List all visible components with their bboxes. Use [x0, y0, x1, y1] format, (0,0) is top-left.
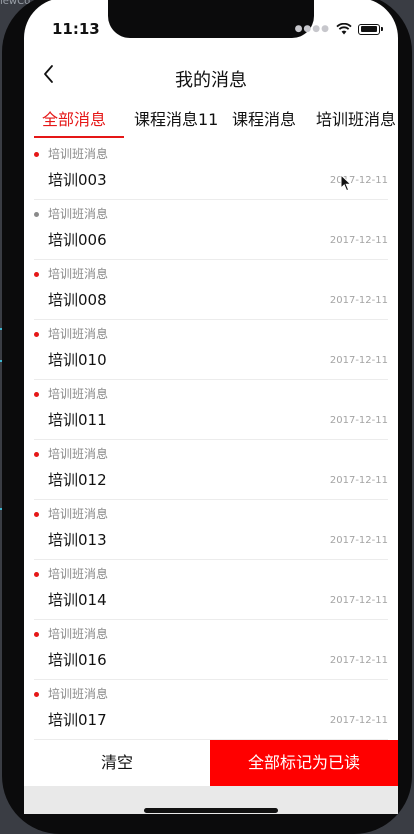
message-date: 2017-12-11: [329, 355, 388, 366]
message-item[interactable]: 培训班消息培训008 2017-12-11: [24, 260, 398, 320]
message-item[interactable]: 培训班消息培训011 2017-12-11: [24, 380, 398, 440]
home-indicator[interactable]: [144, 808, 278, 813]
message-date: 2017-12-11: [329, 535, 388, 546]
unread-dot-icon: [34, 332, 39, 337]
unread-dot-icon: [34, 512, 39, 517]
unread-dot-icon: [34, 632, 39, 637]
home-indicator-area: [24, 786, 398, 814]
status-time: 11:13: [52, 20, 100, 38]
message-category: 培训班消息: [48, 267, 109, 281]
bottom-action-bar: 清空 全部标记为已读: [24, 740, 398, 786]
message-date: 2017-12-11: [329, 295, 388, 306]
message-item[interactable]: 培训班消息培训013 2017-12-11: [24, 500, 398, 560]
tab-bar: 全部消息 课程消息11 课程消息 培训班消息: [24, 102, 398, 140]
active-tab-indicator: [34, 136, 124, 138]
unread-dot-icon: [34, 272, 39, 277]
message-item[interactable]: 培训班消息培训012 2017-12-11: [24, 440, 398, 500]
message-item[interactable]: 培训班消息培训010 2017-12-11: [24, 320, 398, 380]
message-category: 培训班消息: [48, 507, 109, 521]
message-category: 培训班消息: [48, 207, 109, 221]
navigation-bar: 我的消息: [24, 56, 398, 100]
phone-notch: [108, 0, 314, 38]
message-date: 2017-12-11: [329, 235, 388, 246]
message-category: 培训班消息: [48, 627, 109, 641]
page-title: 我的消息: [175, 70, 247, 91]
unread-dot-icon: [34, 572, 39, 577]
message-title: 培训011: [48, 411, 107, 429]
tab-training-class-messages[interactable]: 培训班消息: [316, 106, 396, 130]
unread-dot-icon: [34, 152, 39, 157]
message-category: 培训班消息: [48, 687, 109, 701]
message-category: 培训班消息: [48, 327, 109, 341]
phone-frame: 11:13 ●●●● 我的消息 全部消息 课程消息11 课程消息 培训班消息 培…: [2, 0, 412, 834]
read-dot-icon: [34, 212, 39, 217]
message-item[interactable]: 培训班消息培训006 2017-12-11: [24, 200, 398, 260]
wifi-icon: [336, 23, 352, 35]
message-date: 2017-12-11: [329, 715, 388, 726]
message-title: 培训006: [48, 231, 107, 249]
app-screen: 11:13 ●●●● 我的消息 全部消息 课程消息11 课程消息 培训班消息 培…: [24, 0, 398, 814]
message-date: 2017-12-11: [329, 475, 388, 486]
message-category: 培训班消息: [48, 447, 109, 461]
message-item[interactable]: 培训班消息培训017 2017-12-11: [24, 680, 398, 740]
message-title: 培训016: [48, 651, 107, 669]
message-date: 2017-12-11: [329, 415, 388, 426]
status-icons: ●●●●: [294, 22, 383, 36]
message-item[interactable]: 培训班消息培训016 2017-12-11: [24, 620, 398, 680]
tab-all-messages[interactable]: 全部消息: [42, 106, 106, 130]
message-title: 培训003: [48, 171, 107, 189]
unread-dot-icon: [34, 692, 39, 697]
message-category: 培训班消息: [48, 147, 109, 161]
clear-button[interactable]: 清空: [24, 740, 210, 786]
message-item[interactable]: 培训班消息培训014 2017-12-11: [24, 560, 398, 620]
message-title: 培训013: [48, 531, 107, 549]
message-date: 2017-12-11: [329, 175, 388, 186]
mouse-cursor-icon: [340, 174, 352, 192]
mark-all-read-button[interactable]: 全部标记为已读: [210, 740, 398, 786]
unread-dot-icon: [34, 392, 39, 397]
signal-icon: ●●●●: [294, 24, 330, 34]
unread-dot-icon: [34, 452, 39, 457]
tab-course-messages-11[interactable]: 课程消息11: [134, 106, 218, 130]
message-title: 培训012: [48, 471, 107, 489]
message-date: 2017-12-11: [329, 595, 388, 606]
tab-course-messages[interactable]: 课程消息: [232, 106, 296, 130]
message-title: 培训008: [48, 291, 107, 309]
message-title: 培训017: [48, 711, 107, 729]
message-date: 2017-12-11: [329, 655, 388, 666]
message-category: 培训班消息: [48, 567, 109, 581]
message-category: 培训班消息: [48, 387, 109, 401]
message-title: 培训014: [48, 591, 107, 609]
message-title: 培训010: [48, 351, 107, 369]
message-list: 培训班消息 培训003 2017-12-11 培训班消息 培训006 2017-12-11…: [24, 140, 398, 740]
battery-icon: [358, 23, 383, 35]
